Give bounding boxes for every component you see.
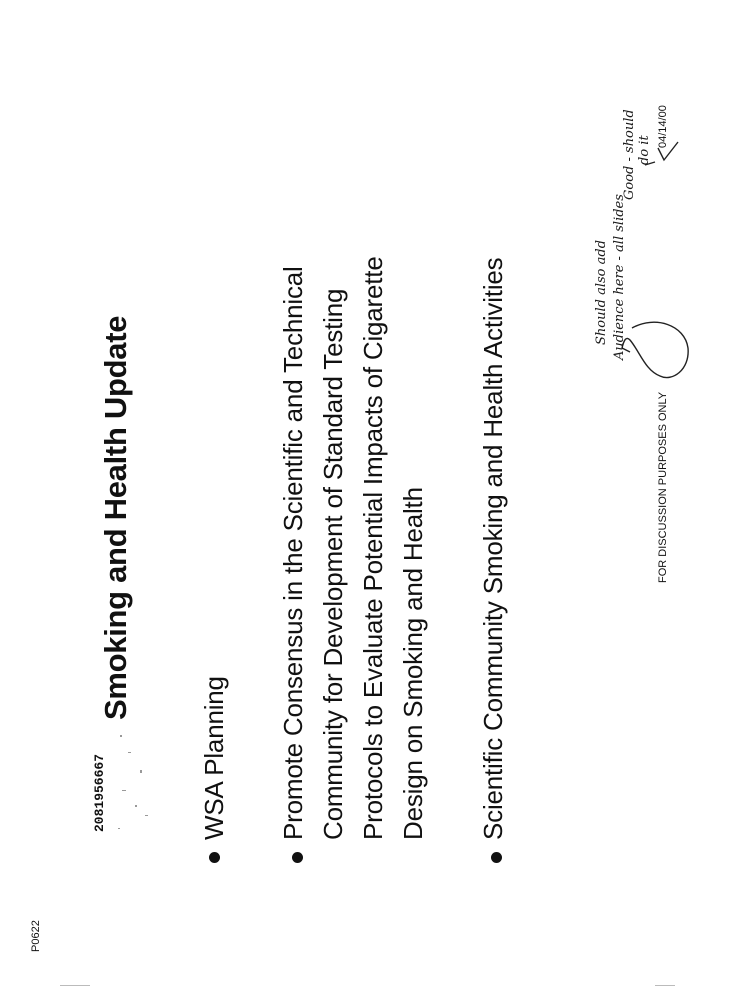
handwriting-line-2: Audience here - all slides — [612, 194, 627, 360]
bullet-2-line-4: Design on Smoking and Health — [398, 487, 428, 840]
bullet-dot — [292, 852, 303, 863]
bullet-3-line-1: Scientific Community Smoking and Health … — [478, 257, 508, 840]
document-number: 2081956667 — [92, 753, 107, 832]
bullet-1-line-1: WSA Planning — [199, 676, 229, 840]
slide-code: P0622 — [30, 920, 42, 952]
bullet-2-line-1: Promote Consensus in the Scientific and … — [278, 266, 308, 840]
bullet-dot — [491, 852, 502, 863]
handwriting-line-4: do it — [637, 135, 652, 165]
handwriting-line-1: Should also add — [594, 239, 609, 345]
bullet-2-line-2: Community for Development of Standard Te… — [318, 288, 348, 840]
bullet-2-line-3: Protocols to Evaluate Potential Impacts … — [358, 256, 388, 840]
bullet-dot — [209, 852, 220, 863]
slide-title: Smoking and Health Update — [98, 315, 133, 720]
disclaimer: FOR DISCUSSION PURPOSES ONLY — [657, 391, 669, 583]
handwriting-line-3: Good - should — [622, 109, 637, 200]
